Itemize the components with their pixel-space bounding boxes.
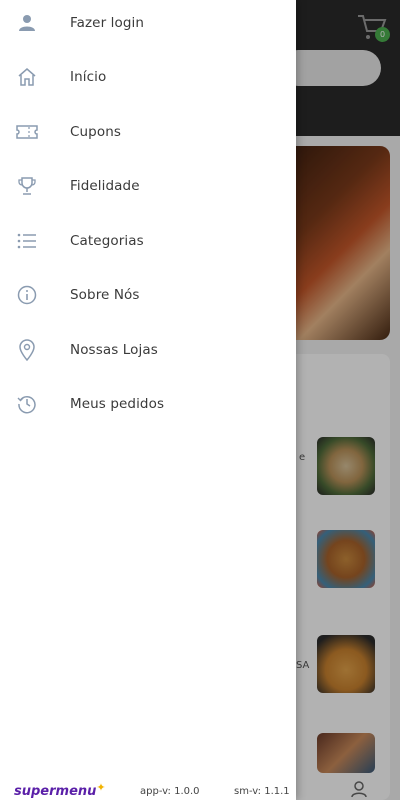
menu-item-orders[interactable]: Meus pedidos xyxy=(0,377,296,431)
history-icon xyxy=(16,393,38,415)
menu-item-label: Sobre Nós xyxy=(70,287,140,303)
home-icon xyxy=(16,66,38,88)
menu-item-label: Nossas Lojas xyxy=(70,342,158,358)
menu-item-label: Fazer login xyxy=(70,15,145,31)
menu-item-login[interactable]: Fazer login xyxy=(0,0,296,50)
menu-item-label: Fidelidade xyxy=(70,178,140,194)
info-icon xyxy=(16,284,38,306)
menu-item-label: Início xyxy=(70,69,107,85)
list-icon xyxy=(16,230,38,252)
supermenu-logo: supermenu✦ xyxy=(14,781,106,799)
menu-item-home[interactable]: Início xyxy=(0,50,296,104)
sm-version: sm-v: 1.1.1 xyxy=(234,786,290,797)
menu-item-label: Meus pedidos xyxy=(70,396,165,412)
location-pin-icon xyxy=(16,339,38,361)
menu-item-about[interactable]: Sobre Nós xyxy=(0,268,296,322)
menu-item-label: Cupons xyxy=(70,124,122,140)
menu-item-categories[interactable]: Categorias xyxy=(0,214,296,268)
drawer-footer: supermenu✦ app-v: 1.0.0 sm-v: 1.1.1 xyxy=(0,781,296,800)
trophy-icon xyxy=(16,175,38,197)
menu-item-loyalty[interactable]: Fidelidade xyxy=(0,159,296,213)
ticket-icon xyxy=(16,121,38,143)
menu-item-stores[interactable]: Nossas Lojas xyxy=(0,323,296,377)
user-icon xyxy=(16,12,38,34)
app-version: app-v: 1.0.0 xyxy=(140,786,200,797)
menu-item-label: Categorias xyxy=(70,233,144,249)
menu-item-coupons[interactable]: Cupons xyxy=(0,105,296,159)
logo-star-icon: ✦ xyxy=(96,781,106,794)
navigation-drawer: Fazer login Início Cupons Fidelidade Cat xyxy=(0,0,296,800)
